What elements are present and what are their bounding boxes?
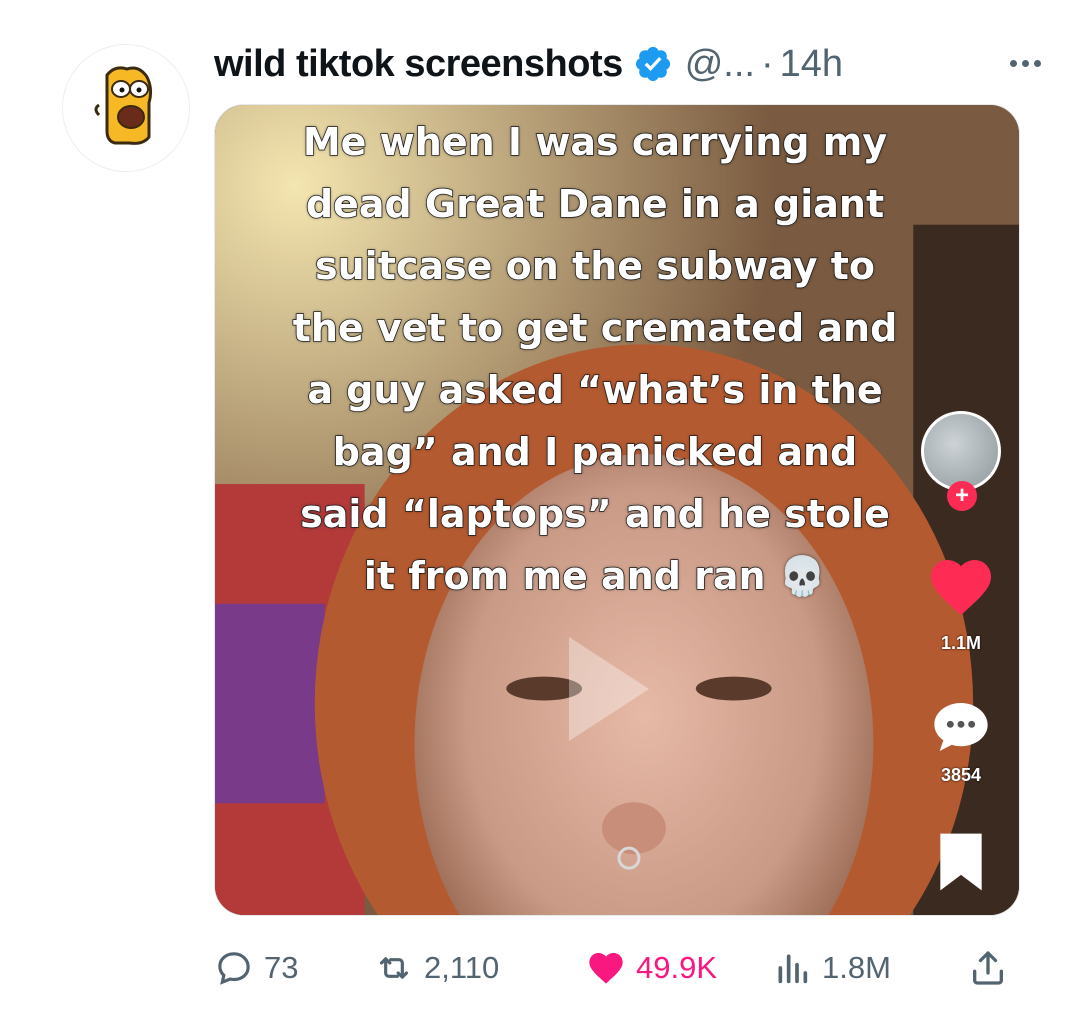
caption-line: it from me and ran 💀 bbox=[363, 553, 827, 599]
video-thumbnail[interactable]: Me when I was carrying my dead Great Dan… bbox=[214, 104, 1020, 916]
views-button[interactable]: 1.8M bbox=[772, 940, 891, 996]
like-button[interactable]: 49.9K bbox=[586, 940, 717, 996]
share-button[interactable] bbox=[968, 940, 1008, 996]
user-handle[interactable]: @... bbox=[685, 43, 755, 86]
caption-line: Me when I was carrying my bbox=[302, 119, 888, 165]
share-icon bbox=[973, 951, 1003, 985]
view-count: 1.8M bbox=[822, 950, 891, 985]
video-caption: Me when I was carrying my dead Great Dan… bbox=[245, 111, 945, 607]
caption-line: dead Great Dane in a giant bbox=[305, 181, 885, 227]
tweet-actions: 73 2,110 49.9K 1.8M bbox=[214, 940, 1034, 996]
separator-dot: · bbox=[760, 42, 774, 85]
reply-icon bbox=[218, 952, 250, 985]
caption-line: the vet to get cremated and bbox=[292, 305, 898, 351]
reply-count: 73 bbox=[264, 950, 299, 985]
heart-icon bbox=[931, 560, 991, 616]
cartoon-character-avatar bbox=[94, 66, 153, 145]
author-avatar[interactable] bbox=[62, 44, 190, 172]
like-count: 49.9K bbox=[636, 950, 718, 985]
caption-line: said “laptops” and he stole bbox=[299, 491, 890, 537]
comment-bubble-icon bbox=[934, 703, 988, 751]
creator-avatar bbox=[921, 411, 1001, 491]
play-icon[interactable] bbox=[569, 637, 649, 741]
heart-filled-icon bbox=[589, 953, 623, 984]
caption-line: a guy asked “what’s in the bbox=[307, 367, 884, 413]
bookmark-icon bbox=[940, 833, 982, 891]
overlay-comment-count: 3854 bbox=[940, 765, 982, 785]
more-options-icon[interactable] bbox=[1000, 48, 1050, 78]
tweet-header: wild tiktok screenshots @... · 14h bbox=[214, 36, 1050, 92]
overlay-like-count: 1.1M bbox=[940, 633, 982, 653]
analytics-bars-icon bbox=[778, 954, 808, 984]
reply-button[interactable]: 73 bbox=[214, 940, 298, 996]
retweet-count: 2,110 bbox=[424, 950, 500, 985]
follow-plus-icon: + bbox=[947, 481, 977, 511]
retweet-button[interactable]: 2,110 bbox=[374, 940, 499, 996]
caption-line: bag” and I panicked and bbox=[332, 429, 858, 475]
retweet-icon bbox=[379, 957, 409, 979]
caption-line: suitcase on the subway to bbox=[314, 243, 875, 289]
timestamp[interactable]: 14h bbox=[780, 43, 843, 86]
display-name[interactable]: wild tiktok screenshots bbox=[214, 43, 623, 86]
verified-badge-icon[interactable] bbox=[633, 44, 673, 84]
